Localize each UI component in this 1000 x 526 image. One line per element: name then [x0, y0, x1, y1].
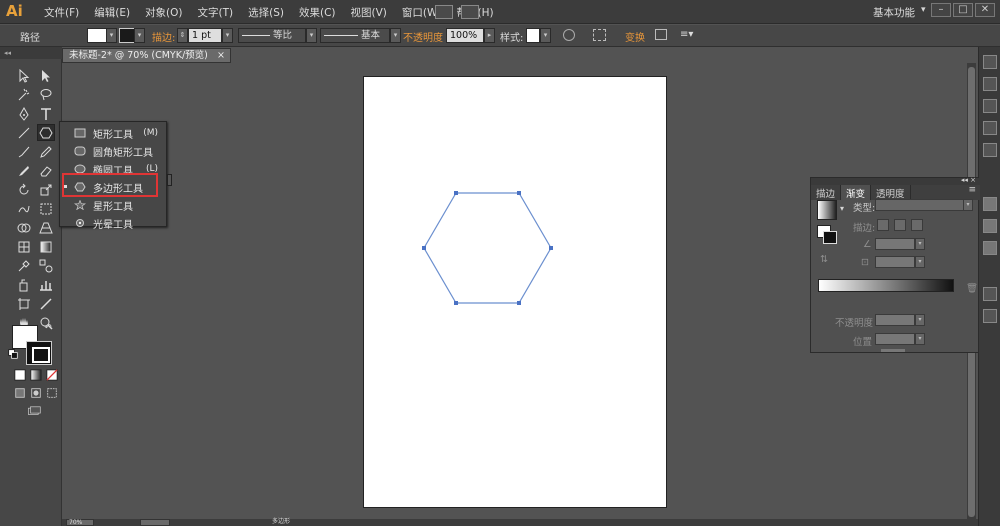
- horizontal-scrollbar[interactable]: [62, 519, 978, 526]
- anchor-point[interactable]: [454, 301, 458, 305]
- stroke-along-button[interactable]: [894, 219, 906, 231]
- gradient-type-label: 类型:: [853, 203, 876, 214]
- star-tool-label: 星形工具: [93, 201, 133, 213]
- gradient-position-dropdown-icon[interactable]: ▾: [915, 333, 925, 345]
- aspect-ratio-input[interactable]: [875, 256, 915, 268]
- angle-dropdown-icon[interactable]: ▾: [915, 238, 925, 250]
- status-tool-text: 多边形: [270, 519, 310, 526]
- gradient-position-label: 位置: [853, 337, 873, 348]
- angle-input[interactable]: [875, 238, 915, 250]
- gradient-opacity-dropdown-icon[interactable]: ▾: [915, 314, 925, 326]
- angle-icon: ∠: [863, 239, 872, 250]
- anchor-point[interactable]: [517, 191, 521, 195]
- rectangle-tool-shortcut: (M): [143, 128, 158, 138]
- anchor-point[interactable]: [549, 246, 553, 250]
- anchor-point[interactable]: [454, 191, 458, 195]
- graphic-styles-panel-icon[interactable]: [983, 143, 997, 157]
- flare-icon: [76, 219, 84, 227]
- reverse-gradient-icon[interactable]: ⇅: [820, 254, 828, 265]
- gradient-panel-titlebar[interactable]: ◂◂ ×: [811, 176, 980, 185]
- gradient-position-input[interactable]: [875, 333, 915, 345]
- stroke-across-button[interactable]: [911, 219, 923, 231]
- appearance-panel-icon[interactable]: [983, 287, 997, 301]
- star-tool-item[interactable]: 星形工具: [60, 196, 168, 214]
- aspect-ratio-dropdown-icon[interactable]: ▾: [915, 256, 925, 268]
- stroke-panel-icon[interactable]: [983, 197, 997, 211]
- gradient-type-dropdown-icon[interactable]: ▾: [963, 199, 973, 211]
- transparency-panel-icon[interactable]: [983, 241, 997, 255]
- flare-tool-label: 光晕工具: [93, 219, 133, 231]
- rounded-rectangle-tool-label: 圆角矩形工具: [93, 147, 153, 159]
- gradient-panel: ◂◂ × 描边 渐变 透明度 ≡ ▾ 类型: ▾ 描边: ∠ ▾ ⇅ ⊡ ▾ 🗑…: [810, 176, 980, 353]
- zoom-level-field[interactable]: 70%: [66, 519, 94, 526]
- layers-panel-icon[interactable]: [983, 309, 997, 323]
- gradient-opacity-label: 不透明度: [835, 318, 874, 329]
- rounded-rectangle-tool-item[interactable]: 圆角矩形工具: [60, 142, 168, 160]
- collapse-panel-icon[interactable]: ◂◂ ×: [961, 176, 976, 184]
- tearoff-handle[interactable]: [167, 174, 172, 186]
- tab-stroke[interactable]: 描边: [811, 185, 842, 200]
- gradient-slider[interactable]: [818, 279, 954, 292]
- brushes-panel-icon[interactable]: [983, 99, 997, 113]
- rounded-rectangle-icon: [74, 146, 86, 156]
- rectangle-icon: [74, 128, 86, 138]
- delete-stop-icon[interactable]: 🗑: [966, 283, 978, 294]
- rectangle-tool-label: 矩形工具: [93, 129, 133, 141]
- gradient-stroke-icon[interactable]: [823, 231, 837, 244]
- gradient-panel-icon[interactable]: [983, 219, 997, 233]
- stroke-within-button[interactable]: [877, 219, 889, 231]
- anchor-point[interactable]: [517, 301, 521, 305]
- gradient-opacity-input[interactable]: [875, 314, 915, 326]
- artboard-navigation-field[interactable]: [140, 519, 170, 526]
- symbols-panel-icon[interactable]: [983, 121, 997, 135]
- flare-tool-item[interactable]: 光晕工具: [60, 214, 168, 232]
- star-icon: [74, 200, 86, 210]
- aspect-ratio-icon: ⊡: [861, 257, 869, 268]
- color-panel-icon[interactable]: [983, 55, 997, 69]
- panel-options-icon[interactable]: ≡: [968, 185, 980, 200]
- tab-gradient[interactable]: 渐变: [841, 185, 872, 200]
- gradient-stroke-label: 描边:: [853, 223, 876, 234]
- swatches-panel-icon[interactable]: [983, 77, 997, 91]
- gradient-preview-swatch[interactable]: [817, 200, 837, 220]
- tab-transparency[interactable]: 透明度: [871, 185, 911, 200]
- polygon-tool-highlight: [62, 173, 158, 197]
- anchor-point[interactable]: [422, 246, 426, 250]
- right-panel-dock: [978, 47, 1000, 526]
- panel-resize-grip[interactable]: [881, 349, 905, 352]
- rectangle-tool-item[interactable]: 矩形工具 (M): [60, 124, 168, 142]
- gradient-type-select[interactable]: [875, 199, 970, 211]
- gradient-preset-dropdown-icon[interactable]: ▾: [840, 204, 844, 213]
